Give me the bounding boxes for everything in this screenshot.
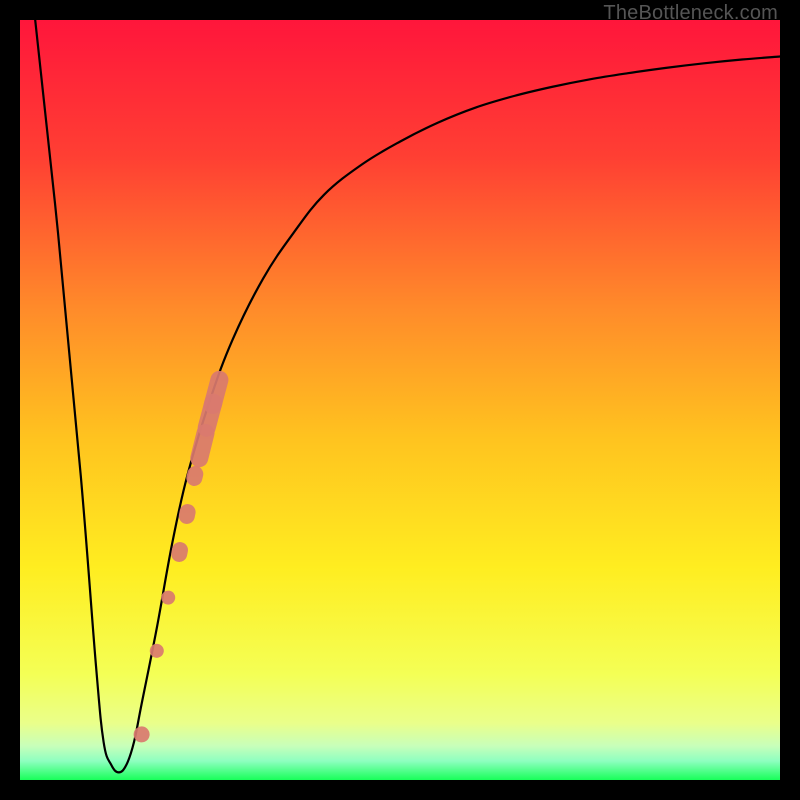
attribution-label: TheBottleneck.com — [603, 2, 778, 25]
chart-frame: TheBottleneck.com — [0, 0, 800, 800]
chart-background-gradient — [20, 20, 780, 780]
chart-plot-area — [20, 20, 780, 780]
chart-svg — [20, 20, 780, 780]
